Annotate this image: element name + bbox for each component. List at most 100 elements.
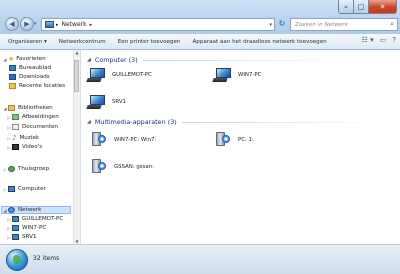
group-header-media[interactable]: ◢ Multimedia-apparaten (3): [87, 118, 382, 126]
navigation-pane: ◢ ★ Favorieten Bureaublad Downloads Rece…: [0, 50, 81, 244]
nav-libraries-label: Bibliotheken: [18, 105, 53, 111]
computer-tile[interactable]: WIN7-PC: [212, 67, 262, 83]
group-collapse-icon[interactable]: ◢: [87, 57, 91, 63]
nav-desktop-label: Bureaublad: [19, 65, 52, 71]
change-view-icon[interactable]: ☷ ▾: [362, 36, 374, 44]
media-server-icon: [213, 130, 232, 149]
nav-network[interactable]: ◢ Netwerk: [1, 206, 71, 214]
star-icon: ★: [8, 55, 15, 63]
nav-favorites-label: Favorieten: [16, 56, 46, 62]
address-dropdown-icon[interactable]: ▾: [269, 22, 272, 28]
videos-icon: [12, 144, 19, 150]
media-device-name: PC: 1:: [238, 136, 254, 143]
scroll-thumb[interactable]: [74, 60, 79, 92]
breadcrumb-chevron-icon[interactable]: ▸: [90, 22, 93, 28]
nav-scrollbar[interactable]: ▲ ▼: [73, 50, 80, 244]
nav-net2-label: WIN7-PC: [22, 225, 47, 231]
address-bar[interactable]: ▸ Netwerk ▸ ▾: [41, 18, 275, 31]
nav-computer[interactable]: ▷ Computer: [2, 186, 46, 192]
computer-name: SRV1: [112, 99, 126, 105]
nav-downloads-label: Downloads: [19, 74, 50, 80]
media-device-tile[interactable]: GSSAN: gssan:: [89, 157, 154, 176]
nav-downloads[interactable]: Downloads: [9, 74, 50, 80]
details-pane: 32 items: [0, 244, 400, 274]
downloads-icon: [9, 74, 16, 80]
view-controls: ☷ ▾ ▭ ?: [362, 36, 396, 44]
add-wireless-device-button[interactable]: Apparaat aan het draadloos netwerk toevo…: [186, 39, 332, 45]
scroll-up-icon[interactable]: ▲: [74, 50, 80, 55]
media-device-name: WIN7-PC: Win7:: [114, 136, 157, 143]
computer-tile[interactable]: SRV1: [86, 94, 126, 110]
maximize-button[interactable]: □: [354, 0, 369, 14]
preview-pane-icon[interactable]: ▭: [380, 36, 387, 44]
help-icon[interactable]: ?: [392, 36, 396, 44]
homegroup-icon: [8, 166, 15, 172]
nav-recent-label: Recente locaties: [19, 83, 66, 89]
content-pane: ◢ Computer (3) GUILLEMOT-PC WIN7-PC SRV1…: [81, 50, 400, 244]
nav-net1-label: GUILLEMOT-PC: [22, 216, 64, 222]
minimize-button[interactable]: –: [338, 0, 354, 14]
nav-network-guillemot[interactable]: ▷ GUILLEMOT-PC: [6, 216, 63, 222]
nav-computer-label: Computer: [18, 186, 46, 192]
media-server-icon: [89, 130, 108, 149]
window-controls: – □ ✕: [338, 0, 397, 14]
computer-name: WIN7-PC: [238, 72, 262, 78]
pc-icon: [12, 234, 19, 240]
organize-label: Organiseren: [8, 38, 43, 45]
group-computer-label: Computer (3): [94, 56, 138, 64]
search-input[interactable]: Zoeken in Netwerk ⌕: [290, 18, 398, 31]
forward-button[interactable]: ▶: [20, 17, 34, 31]
music-icon: ♪: [12, 134, 17, 142]
title-bar: – □ ✕ ◀ ▶ ▾ ▸ Netwerk ▸ ▾ ↻ Zoeken in Ne…: [0, 0, 400, 34]
search-placeholder: Zoeken in Netwerk: [295, 21, 348, 28]
nav-desktop[interactable]: Bureaublad: [9, 65, 51, 71]
group-collapse-icon[interactable]: ◢: [87, 119, 91, 125]
network-globe-icon: [6, 249, 28, 271]
recent-places-icon: [9, 83, 16, 89]
refresh-icon[interactable]: ↻: [276, 18, 288, 30]
nav-recent[interactable]: Recente locaties: [9, 83, 65, 89]
command-bar: Organiseren ▾ Netwerkcentrum Een printer…: [0, 34, 400, 50]
media-device-tile[interactable]: WIN7-PC: Win7:: [89, 130, 156, 149]
group-divider: [142, 59, 343, 61]
nav-music-label: Muziek: [19, 135, 40, 141]
add-printer-button[interactable]: Een printer toevoegen: [112, 39, 187, 45]
explorer-window: – □ ✕ ◀ ▶ ▾ ▸ Netwerk ▸ ▾ ↻ Zoeken in Ne…: [0, 0, 400, 274]
nav-libraries[interactable]: ◢ Bibliotheken: [2, 105, 53, 111]
media-device-tile[interactable]: PC: 1:: [213, 130, 254, 149]
computer-name: GUILLEMOT-PC: [112, 72, 152, 78]
recent-pages-icon[interactable]: ▾: [34, 21, 37, 27]
nav-music[interactable]: ▷ ♪ Muziek: [6, 134, 39, 142]
nav-net3-label: SRV1: [22, 234, 37, 240]
search-icon[interactable]: ⌕: [390, 20, 394, 29]
breadcrumb-network[interactable]: Netwerk: [62, 21, 87, 28]
desktop-icon: [9, 65, 16, 71]
nav-pictures-label: Afbeeldingen: [22, 114, 59, 120]
nav-documents[interactable]: ▷ Documenten: [6, 124, 58, 130]
pc-icon: [12, 216, 19, 222]
computer-tile[interactable]: GUILLEMOT-PC: [86, 67, 152, 83]
group-header-computer[interactable]: ◢ Computer (3): [87, 56, 343, 64]
item-count: 32 items: [33, 255, 60, 262]
computer-icon: [86, 94, 106, 110]
close-button[interactable]: ✕: [369, 0, 397, 14]
nav-homegroup[interactable]: ▷ Thuisgroep: [2, 166, 49, 172]
documents-icon: [12, 124, 19, 130]
network-icon: [8, 207, 15, 213]
nav-homegroup-label: Thuisgroep: [18, 166, 50, 172]
computer-icon: [212, 67, 232, 83]
nav-pictures[interactable]: ▷ Afbeeldingen: [6, 114, 59, 120]
nav-videos-label: Video's: [22, 144, 43, 150]
group-divider: [181, 121, 382, 123]
network-center-button[interactable]: Netwerkcentrum: [53, 39, 112, 45]
breadcrumb-separator-icon: ▸: [56, 21, 59, 28]
back-button[interactable]: ◀: [5, 17, 19, 31]
media-device-name: GSSAN: gssan:: [114, 163, 154, 170]
media-server-icon: [89, 157, 108, 176]
nav-network-win7[interactable]: ▷ WIN7-PC: [6, 225, 46, 231]
network-folder-icon: [45, 21, 54, 28]
nav-favorites[interactable]: ◢ ★ Favorieten: [2, 55, 46, 63]
nav-videos[interactable]: ▷ Video's: [6, 144, 42, 150]
nav-network-srv1[interactable]: ▷ SRV1: [6, 234, 37, 240]
organize-menu[interactable]: Organiseren ▾: [0, 39, 53, 45]
